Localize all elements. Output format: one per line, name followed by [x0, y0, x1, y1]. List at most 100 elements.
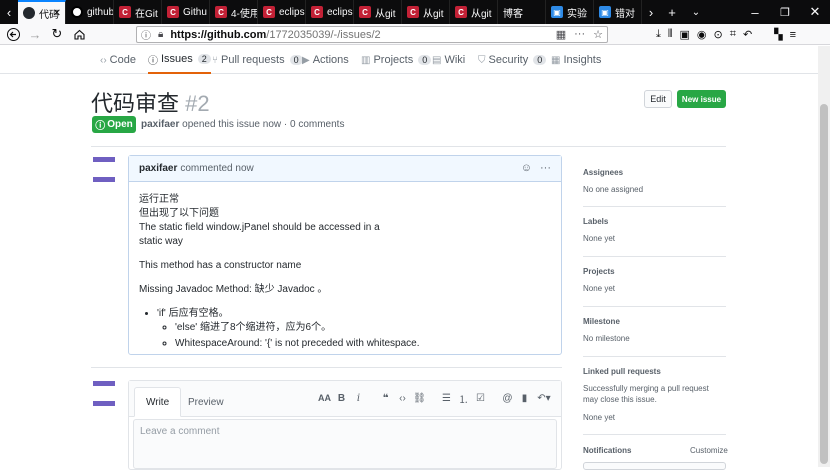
sidebar-milestone[interactable]: Milestone No milestone [583, 317, 726, 344]
avatar[interactable] [93, 381, 115, 406]
issue-opened-icon: ⓘ [148, 55, 158, 67]
issue-author-link[interactable]: paxifaer [141, 119, 179, 130]
sidebar-assignees[interactable]: Assignees No one assigned [583, 168, 726, 195]
tab-insights[interactable]: ▦ Insights [551, 46, 601, 74]
new-tab-icon[interactable]: + [660, 0, 684, 24]
csdn-icon: C [215, 6, 227, 18]
mention-icon[interactable]: @ [499, 391, 516, 405]
comment-author-link[interactable]: paxifaer [139, 163, 177, 174]
browser-tab[interactable]: C Githu [162, 0, 210, 24]
customize-notifications-link[interactable]: Customize [690, 446, 728, 455]
info-icon[interactable]: ⓘ [141, 27, 151, 42]
browser-tab[interactable]: Ceclips [306, 0, 354, 24]
downloads-icon[interactable]: ⤓ [656, 28, 661, 41]
page-scrollbar[interactable] [818, 46, 830, 467]
tab-actions[interactable]: ▶ Actions [302, 46, 349, 74]
blue-icon: ▣ [599, 6, 611, 18]
csdn-icon: C [359, 6, 371, 18]
bold-icon[interactable]: B [333, 391, 350, 405]
browser-tab[interactable]: 代码 ✕ [18, 0, 66, 24]
notifications-subscribe-button[interactable] [583, 462, 726, 470]
sidebar-icon[interactable]: ▣ [680, 28, 690, 41]
tab-scroll-right-icon[interactable]: › [642, 0, 660, 24]
tab-list-chevron-icon[interactable]: ⌄ [684, 0, 708, 24]
numbered-list-icon[interactable]: ⒈ [455, 391, 472, 406]
quote-icon[interactable]: ❝ [377, 391, 394, 405]
minimize-icon[interactable]: – [740, 0, 770, 24]
reply-dropdown-icon[interactable]: ↶▾ [533, 391, 555, 405]
browser-tab[interactable]: C 从git [354, 0, 402, 24]
menu-icon[interactable]: ≡ [790, 29, 796, 41]
project-icon: ▥ [361, 54, 371, 66]
close-window-icon[interactable]: ✕ [800, 0, 830, 24]
account-icon[interactable]: ◉ [697, 28, 707, 41]
library-icon[interactable]: ⫴ [668, 28, 673, 41]
comment-placeholder: Leave a comment [140, 426, 220, 437]
list-item: 'if' 后应有空格。 'else' 缩进了8个缩进符，应为6个。 Whites… [157, 307, 551, 351]
extensions-icon[interactable]: ▚ [774, 28, 782, 41]
tab-scroll-left-icon[interactable]: ‹ [0, 0, 18, 24]
italic-icon[interactable]: i [350, 391, 367, 405]
pull-request-icon: ⑂ [212, 54, 218, 66]
crop-icon[interactable]: ⌗ [730, 28, 736, 41]
editor-tabs: Write Preview AA B i ❝ ‹› ⛓ ☰ ⒈ ☑ @ ▮ ↶▾ [129, 381, 561, 417]
home-icon[interactable] [68, 24, 90, 45]
back-icon[interactable] [2, 24, 24, 45]
screenshot-icon[interactable]: ⊙ [714, 28, 723, 41]
write-tab[interactable]: Write [134, 387, 182, 417]
tab-projects[interactable]: ▥ Projects 0 [361, 46, 432, 74]
sidebar-projects[interactable]: Projects None yet [583, 267, 726, 294]
new-issue-button[interactable]: New issue [677, 90, 726, 108]
tab-code[interactable]: ‹› Code [100, 46, 136, 74]
bookmark-star-icon[interactable]: ☆ [593, 28, 603, 41]
tab-issues[interactable]: ⓘ Issues 2 [148, 46, 211, 74]
browser-tab[interactable]: github [66, 0, 114, 24]
bookmark-icon[interactable]: ▮ [516, 391, 533, 405]
close-tab-icon[interactable]: ✕ [53, 8, 61, 19]
browser-tab[interactable]: ▣ 实验 [546, 0, 594, 24]
preview-tab[interactable]: Preview [177, 387, 235, 417]
tab-wiki[interactable]: ▤ Wiki [432, 46, 465, 74]
kebab-menu-icon[interactable]: ··· [540, 162, 551, 174]
browser-tab[interactable]: C 4-使用 [210, 0, 258, 24]
comment-textarea[interactable]: Leave a comment [133, 419, 557, 469]
link-icon[interactable]: ⛓ [411, 391, 428, 405]
heading-icon[interactable]: AA [316, 391, 333, 405]
book-icon: ▤ [432, 54, 442, 66]
url-text[interactable]: https://github.com/1772035039/-/issues/2 [170, 29, 380, 41]
maximize-icon[interactable]: ❐ [770, 0, 800, 24]
csdn-icon: C [407, 6, 419, 18]
qr-code-icon[interactable]: ▦ [556, 28, 566, 41]
comment-paragraph: This method has a constructor name [139, 260, 302, 271]
repo-nav: ‹› Code ⓘ Issues 2 ⑂ Pull requests 0 ▶ Actions… [0, 46, 830, 74]
tab-pull-requests[interactable]: ⑂ Pull requests 0 [212, 46, 303, 74]
scrollbar-thumb[interactable] [820, 104, 828, 464]
page-actions-icon[interactable]: ··· [574, 28, 585, 41]
undo-icon[interactable]: ↶ [743, 28, 752, 41]
browser-tab[interactable]: C 在Git [114, 0, 162, 24]
header-divider [91, 146, 726, 147]
security-count: 0 [533, 55, 547, 65]
code-icon[interactable]: ‹› [394, 391, 411, 405]
lock-icon[interactable]: 🔒︎ [158, 29, 163, 40]
avatar[interactable] [93, 157, 115, 182]
browser-tab[interactable]: C 从git [450, 0, 498, 24]
browser-tab[interactable]: 博客 [498, 0, 546, 24]
task-list-icon[interactable]: ☑ [472, 391, 489, 405]
csdn-icon: C [455, 6, 467, 18]
browser-tab[interactable]: ▣ 错对 [594, 0, 642, 24]
csdn-icon: C [167, 6, 179, 18]
reload-icon[interactable]: ↻ [46, 24, 68, 45]
url-bar[interactable]: ⓘ 🔒︎ https://github.com/1772035039/-/iss… [136, 26, 608, 43]
emoji-reaction-icon[interactable]: ☺ [521, 162, 532, 174]
comment-timestamp[interactable]: commented now [180, 163, 253, 174]
issue-number: #2 [185, 91, 210, 116]
edit-button[interactable]: Edit [644, 90, 672, 108]
sidebar-linked-pull-requests[interactable]: Linked pull requests Successfully mergin… [583, 367, 726, 423]
sidebar-labels[interactable]: Labels None yet [583, 217, 726, 244]
forward-icon[interactable]: → [24, 24, 46, 45]
bullet-list-icon[interactable]: ☰ [438, 391, 455, 405]
browser-tab[interactable]: C 从git [402, 0, 450, 24]
tab-security[interactable]: ⛉ Security 0 [478, 46, 547, 74]
browser-tab[interactable]: Ceclips [258, 0, 306, 24]
